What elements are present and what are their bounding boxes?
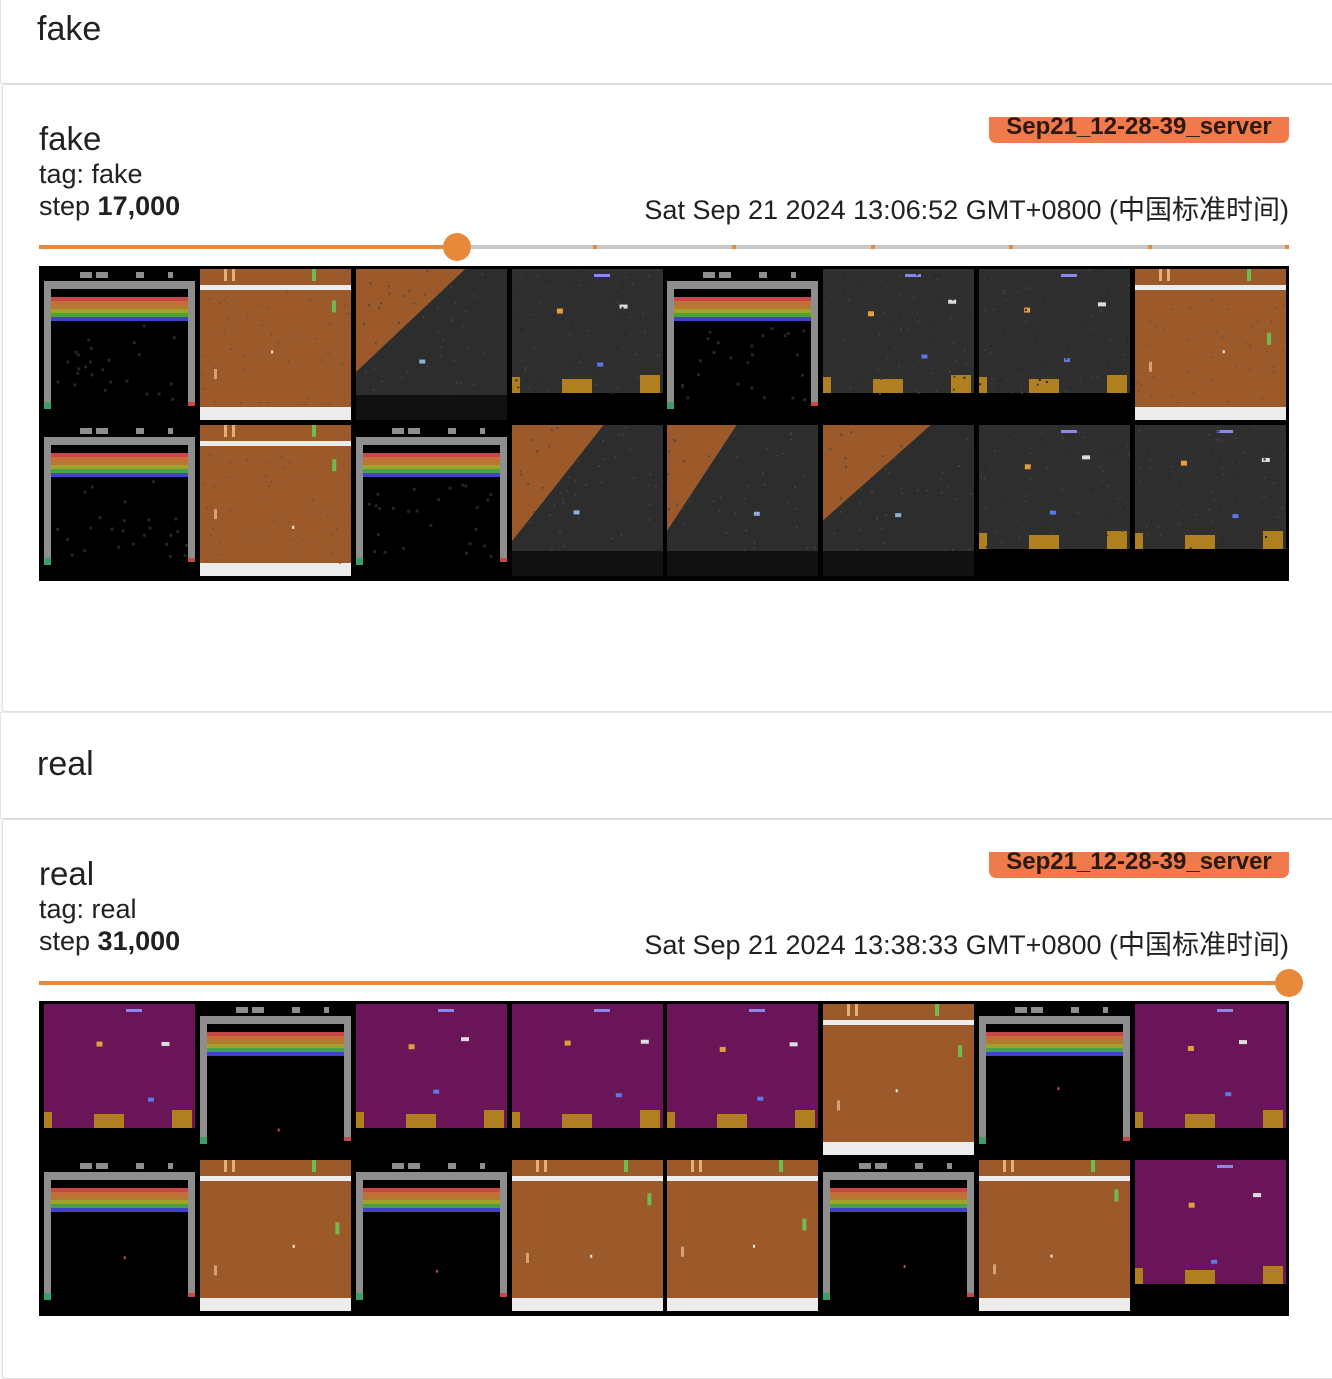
sample-image xyxy=(979,269,1130,420)
sample-image xyxy=(200,269,351,420)
card-timestamp: Sat Sep 21 2024 13:06:52 GMT+0800 (中国标准时… xyxy=(644,193,1289,227)
group-header-real[interactable]: real xyxy=(0,712,1332,819)
sample-image xyxy=(356,269,507,420)
sample-image xyxy=(667,269,818,420)
sample-image xyxy=(823,1004,974,1155)
sample-image xyxy=(200,425,351,576)
sample-image xyxy=(823,1160,974,1311)
step-value: 17,000 xyxy=(98,191,181,221)
slider-tick xyxy=(1009,245,1013,249)
slider-tick xyxy=(593,245,597,249)
card-step: step 17,000 xyxy=(39,191,180,221)
sample-image xyxy=(512,1004,663,1155)
run-badge: Sep21_12-28-39_server xyxy=(989,117,1289,143)
step-slider[interactable] xyxy=(39,968,1289,998)
sample-image xyxy=(44,425,195,576)
card-tag: tag: real xyxy=(39,894,137,924)
sample-image xyxy=(512,269,663,420)
slider-tick xyxy=(871,245,875,249)
sample-image xyxy=(667,425,818,576)
sample-image xyxy=(512,425,663,576)
run-badge: Sep21_12-28-39_server xyxy=(989,852,1289,878)
sample-image xyxy=(356,1004,507,1155)
card-tag: tag: fake xyxy=(39,159,143,189)
slider-thumb[interactable] xyxy=(443,233,471,261)
sample-image xyxy=(667,1160,818,1311)
sample-image xyxy=(512,1160,663,1311)
sample-image xyxy=(823,425,974,576)
image-card-real: real tag: real step 31,000 Sep21_12-28-3… xyxy=(2,819,1332,1379)
image-grid[interactable] xyxy=(39,266,1289,581)
card-title: real xyxy=(39,856,94,892)
sample-image xyxy=(667,1004,818,1155)
sample-image xyxy=(979,1160,1130,1311)
sample-image xyxy=(979,1004,1130,1155)
sample-image xyxy=(1135,269,1286,420)
group-title: real xyxy=(37,745,94,784)
slider-fill xyxy=(39,981,1289,985)
sample-image xyxy=(200,1004,351,1155)
step-value: 31,000 xyxy=(98,926,181,956)
slider-tick xyxy=(1285,245,1289,249)
sample-image xyxy=(44,269,195,420)
sample-image xyxy=(356,425,507,576)
slider-tick xyxy=(1148,245,1152,249)
sample-image xyxy=(44,1004,195,1155)
image-grid[interactable] xyxy=(39,1001,1289,1316)
sample-image xyxy=(1135,425,1286,576)
group-title: fake xyxy=(37,10,101,49)
card-title: fake xyxy=(39,121,101,157)
group-header-fake[interactable]: fake xyxy=(0,0,1332,84)
sample-image xyxy=(979,425,1130,576)
card-timestamp: Sat Sep 21 2024 13:38:33 GMT+0800 (中国标准时… xyxy=(644,928,1289,962)
image-card-fake: fake tag: fake step 17,000 Sep21_12-28-3… xyxy=(2,84,1332,712)
sample-image xyxy=(1135,1160,1286,1311)
slider-fill xyxy=(39,245,457,249)
sample-image xyxy=(44,1160,195,1311)
sample-image xyxy=(823,269,974,420)
sample-image xyxy=(356,1160,507,1311)
sample-image xyxy=(1135,1004,1286,1155)
slider-thumb[interactable] xyxy=(1275,969,1303,997)
slider-tick xyxy=(732,245,736,249)
step-slider[interactable] xyxy=(39,232,1289,262)
card-step: step 31,000 xyxy=(39,926,180,956)
sample-image xyxy=(200,1160,351,1311)
